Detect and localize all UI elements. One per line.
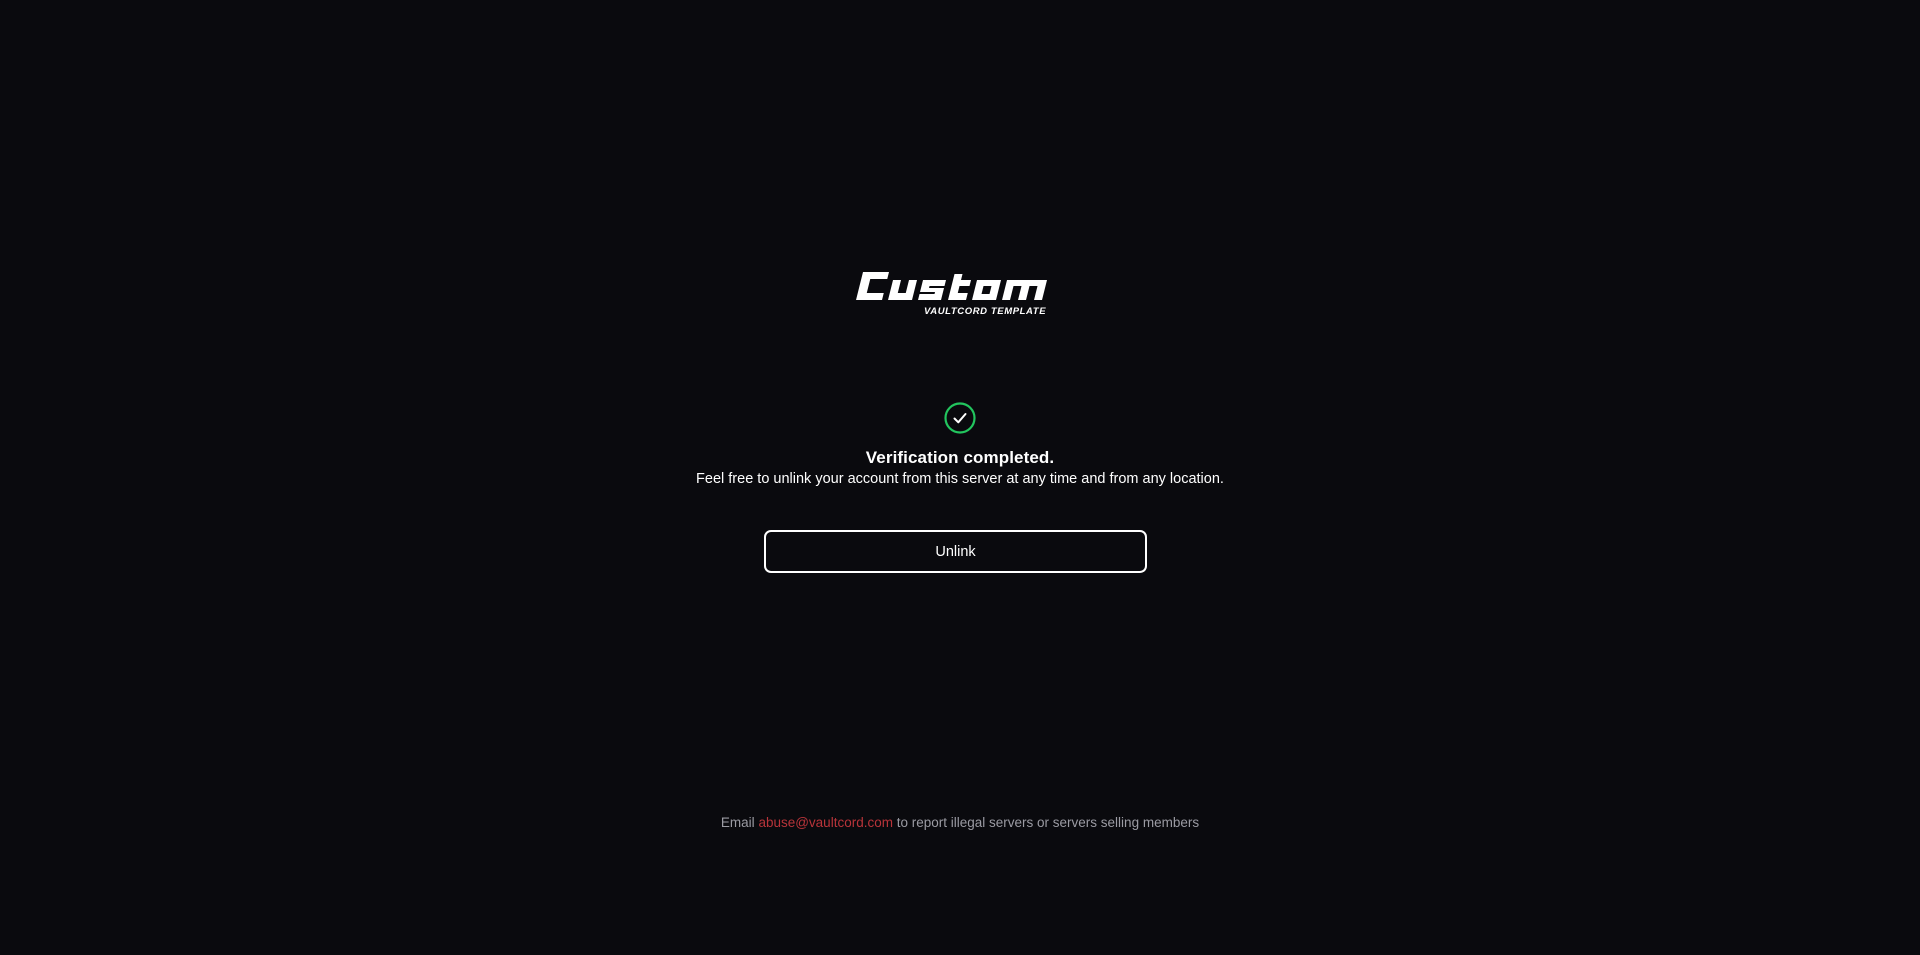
abuse-report-footer: Email abuse@vaultcord.com to report ille… xyxy=(0,815,1920,830)
verification-page: VAULTCORD TEMPLATE Verification complete… xyxy=(0,0,1920,955)
status-message: Feel free to unlink your account from th… xyxy=(696,471,1224,487)
footer-suffix: to report illegal servers or servers sel… xyxy=(896,815,1200,830)
brand-logo: VAULTCORD TEMPLATE xyxy=(850,268,1070,318)
logo-tagline-graphic: VAULTCORD TEMPLATE xyxy=(924,306,1046,317)
footer-prefix: Email xyxy=(720,815,755,830)
brand-logo-graphic: VAULTCORD TEMPLATE xyxy=(856,272,1048,317)
status-title: Verification completed. xyxy=(865,448,1055,467)
check-circle-icon xyxy=(944,402,976,434)
unlink-button[interactable]: Unlink xyxy=(764,530,1147,573)
abuse-email-link[interactable]: abuse@vaultcord.com xyxy=(758,815,893,830)
